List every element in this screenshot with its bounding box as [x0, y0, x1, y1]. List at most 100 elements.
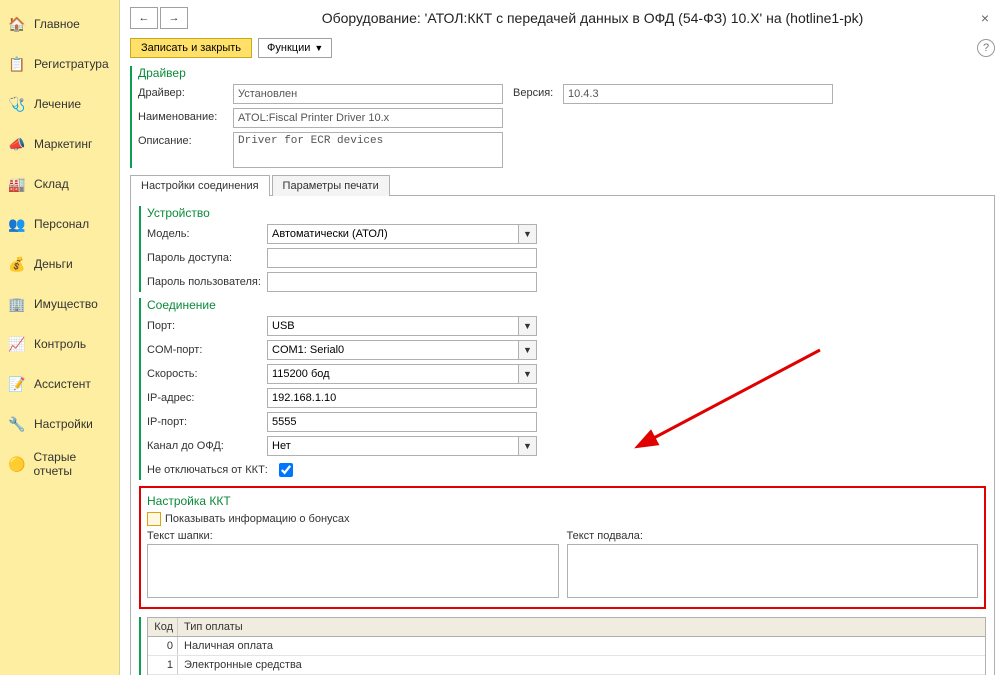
ip-label: IP-адрес: [147, 392, 267, 404]
sidebar-item-label: Ассистент [34, 377, 91, 391]
col-code: Код [148, 618, 178, 636]
col-type: Тип оплаты [178, 618, 985, 636]
chevron-down-icon[interactable]: ▼ [519, 436, 537, 456]
pwd-access-input[interactable] [267, 248, 537, 268]
sidebar-item-imuschestvo[interactable]: 🏢 Имущество [0, 284, 119, 324]
sidebar-item-sklad[interactable]: 🏭 Склад [0, 164, 119, 204]
desc-value[interactable]: Driver for ECR devices [233, 132, 503, 168]
assistant-icon: 📝 [8, 375, 26, 393]
com-select[interactable] [267, 340, 519, 360]
sidebar-item-label: Склад [34, 177, 69, 191]
cell-code: 0 [148, 637, 178, 655]
pwd-access-label: Пароль доступа: [147, 252, 267, 264]
sidebar-item-label: Персонал [34, 217, 89, 231]
port-label: Порт: [147, 320, 267, 332]
sidebar: 🏠 Главное 📋 Регистратура 🩺 Лечение 📣 Мар… [0, 0, 120, 675]
reports-icon: 🟡 [8, 455, 25, 473]
chevron-down-icon: ▼ [314, 43, 323, 53]
ofd-select[interactable] [267, 436, 519, 456]
header-text-label: Текст шапки: [147, 530, 559, 542]
desc-label: Описание: [138, 132, 233, 147]
sidebar-item-main[interactable]: 🏠 Главное [0, 4, 119, 44]
kkt-section-title: Настройка ККТ [147, 494, 978, 508]
driver-section: Драйвер Драйвер: Версия: Наименование: О… [130, 66, 995, 168]
main-area: ← → Оборудование: 'АТОЛ:ККТ с передачей … [120, 0, 1005, 675]
chevron-down-icon[interactable]: ▼ [519, 224, 537, 244]
version-value[interactable] [563, 84, 833, 104]
driver-value[interactable] [233, 84, 503, 104]
save-close-button[interactable]: Записать и закрыть [130, 38, 252, 58]
sidebar-item-personal[interactable]: 👥 Персонал [0, 204, 119, 244]
sidebar-item-nastroiki[interactable]: 🔧 Настройки [0, 404, 119, 444]
warehouse-icon: 🏭 [8, 175, 26, 193]
sidebar-item-dengi[interactable]: 💰 Деньги [0, 244, 119, 284]
functions-button[interactable]: Функции ▼ [258, 38, 332, 58]
version-label: Версия: [513, 84, 563, 99]
cell-code: 1 [148, 656, 178, 674]
tab-body: Устройство Модель: ▼ Пароль доступа: Пар… [130, 196, 995, 675]
bonus-label: Показывать информацию о бонусах [165, 513, 350, 525]
sidebar-item-marketing[interactable]: 📣 Маркетинг [0, 124, 119, 164]
cell-type: Наличная оплата [178, 637, 985, 655]
name-value[interactable] [233, 108, 503, 128]
close-icon[interactable]: × [975, 10, 995, 26]
home-icon: 🏠 [8, 15, 26, 33]
port-select[interactable] [267, 316, 519, 336]
footer-text-input[interactable] [567, 544, 979, 598]
forward-button[interactable]: → [160, 7, 188, 29]
tab-print-params[interactable]: Параметры печати [272, 175, 390, 196]
marketing-icon: 📣 [8, 135, 26, 153]
speed-select[interactable] [267, 364, 519, 384]
people-icon: 👥 [8, 215, 26, 233]
back-button[interactable]: ← [130, 7, 158, 29]
sidebar-item-label: Имущество [34, 297, 98, 311]
treatment-icon: 🩺 [8, 95, 26, 113]
sidebar-item-label: Главное [34, 17, 80, 31]
ip-input[interactable] [267, 388, 537, 408]
pwd-user-input[interactable] [267, 272, 537, 292]
show-bonus-info-checkbox[interactable] [147, 512, 161, 526]
chevron-down-icon[interactable]: ▼ [519, 364, 537, 384]
sidebar-item-starye-otchety[interactable]: 🟡 Старые отчеты [0, 444, 119, 484]
table-row[interactable]: 0 Наличная оплата [148, 637, 985, 656]
nokkt-label: Не отключаться от ККТ: [147, 464, 275, 476]
driver-label: Драйвер: [138, 84, 233, 99]
com-label: COM-порт: [147, 344, 267, 356]
sidebar-item-kontrol[interactable]: 📈 Контроль [0, 324, 119, 364]
functions-label: Функции [267, 42, 310, 54]
sidebar-item-label: Лечение [34, 97, 81, 111]
model-label: Модель: [147, 228, 267, 240]
property-icon: 🏢 [8, 295, 26, 313]
tab-connection-settings[interactable]: Настройки соединения [130, 175, 270, 196]
header-text-input[interactable] [147, 544, 559, 598]
money-icon: 💰 [8, 255, 26, 273]
pwd-user-label: Пароль пользователя: [147, 276, 267, 288]
wrench-icon: 🔧 [8, 415, 26, 433]
sidebar-item-assistent[interactable]: 📝 Ассистент [0, 364, 119, 404]
speed-label: Скорость: [147, 368, 267, 380]
kkt-highlight-frame: Настройка ККТ Показывать информацию о бо… [139, 486, 986, 609]
device-section-title: Устройство [147, 206, 986, 220]
connection-section-title: Соединение [147, 298, 986, 312]
clipboard-icon: 📋 [8, 55, 26, 73]
ipport-input[interactable] [267, 412, 537, 432]
sidebar-item-label: Маркетинг [34, 137, 92, 151]
no-disconnect-kkt-checkbox[interactable] [279, 463, 293, 477]
ofd-label: Канал до ОФД: [147, 440, 267, 452]
table-row[interactable]: 1 Электронные средства [148, 656, 985, 675]
sidebar-item-label: Старые отчеты [33, 450, 111, 478]
ipport-label: IP-порт: [147, 416, 267, 428]
footer-text-label: Текст подвала: [567, 530, 979, 542]
name-label: Наименование: [138, 108, 233, 123]
sidebar-item-lechenie[interactable]: 🩺 Лечение [0, 84, 119, 124]
payment-types-table: Код Тип оплаты 0 Наличная оплата 1 Элект… [147, 617, 986, 675]
model-select[interactable] [267, 224, 519, 244]
help-icon[interactable]: ? [977, 39, 995, 57]
chart-icon: 📈 [8, 335, 26, 353]
driver-section-title: Драйвер [138, 66, 995, 80]
chevron-down-icon[interactable]: ▼ [519, 340, 537, 360]
sidebar-item-registratura[interactable]: 📋 Регистратура [0, 44, 119, 84]
sidebar-item-label: Настройки [34, 417, 93, 431]
chevron-down-icon[interactable]: ▼ [519, 316, 537, 336]
sidebar-item-label: Регистратура [34, 57, 109, 71]
